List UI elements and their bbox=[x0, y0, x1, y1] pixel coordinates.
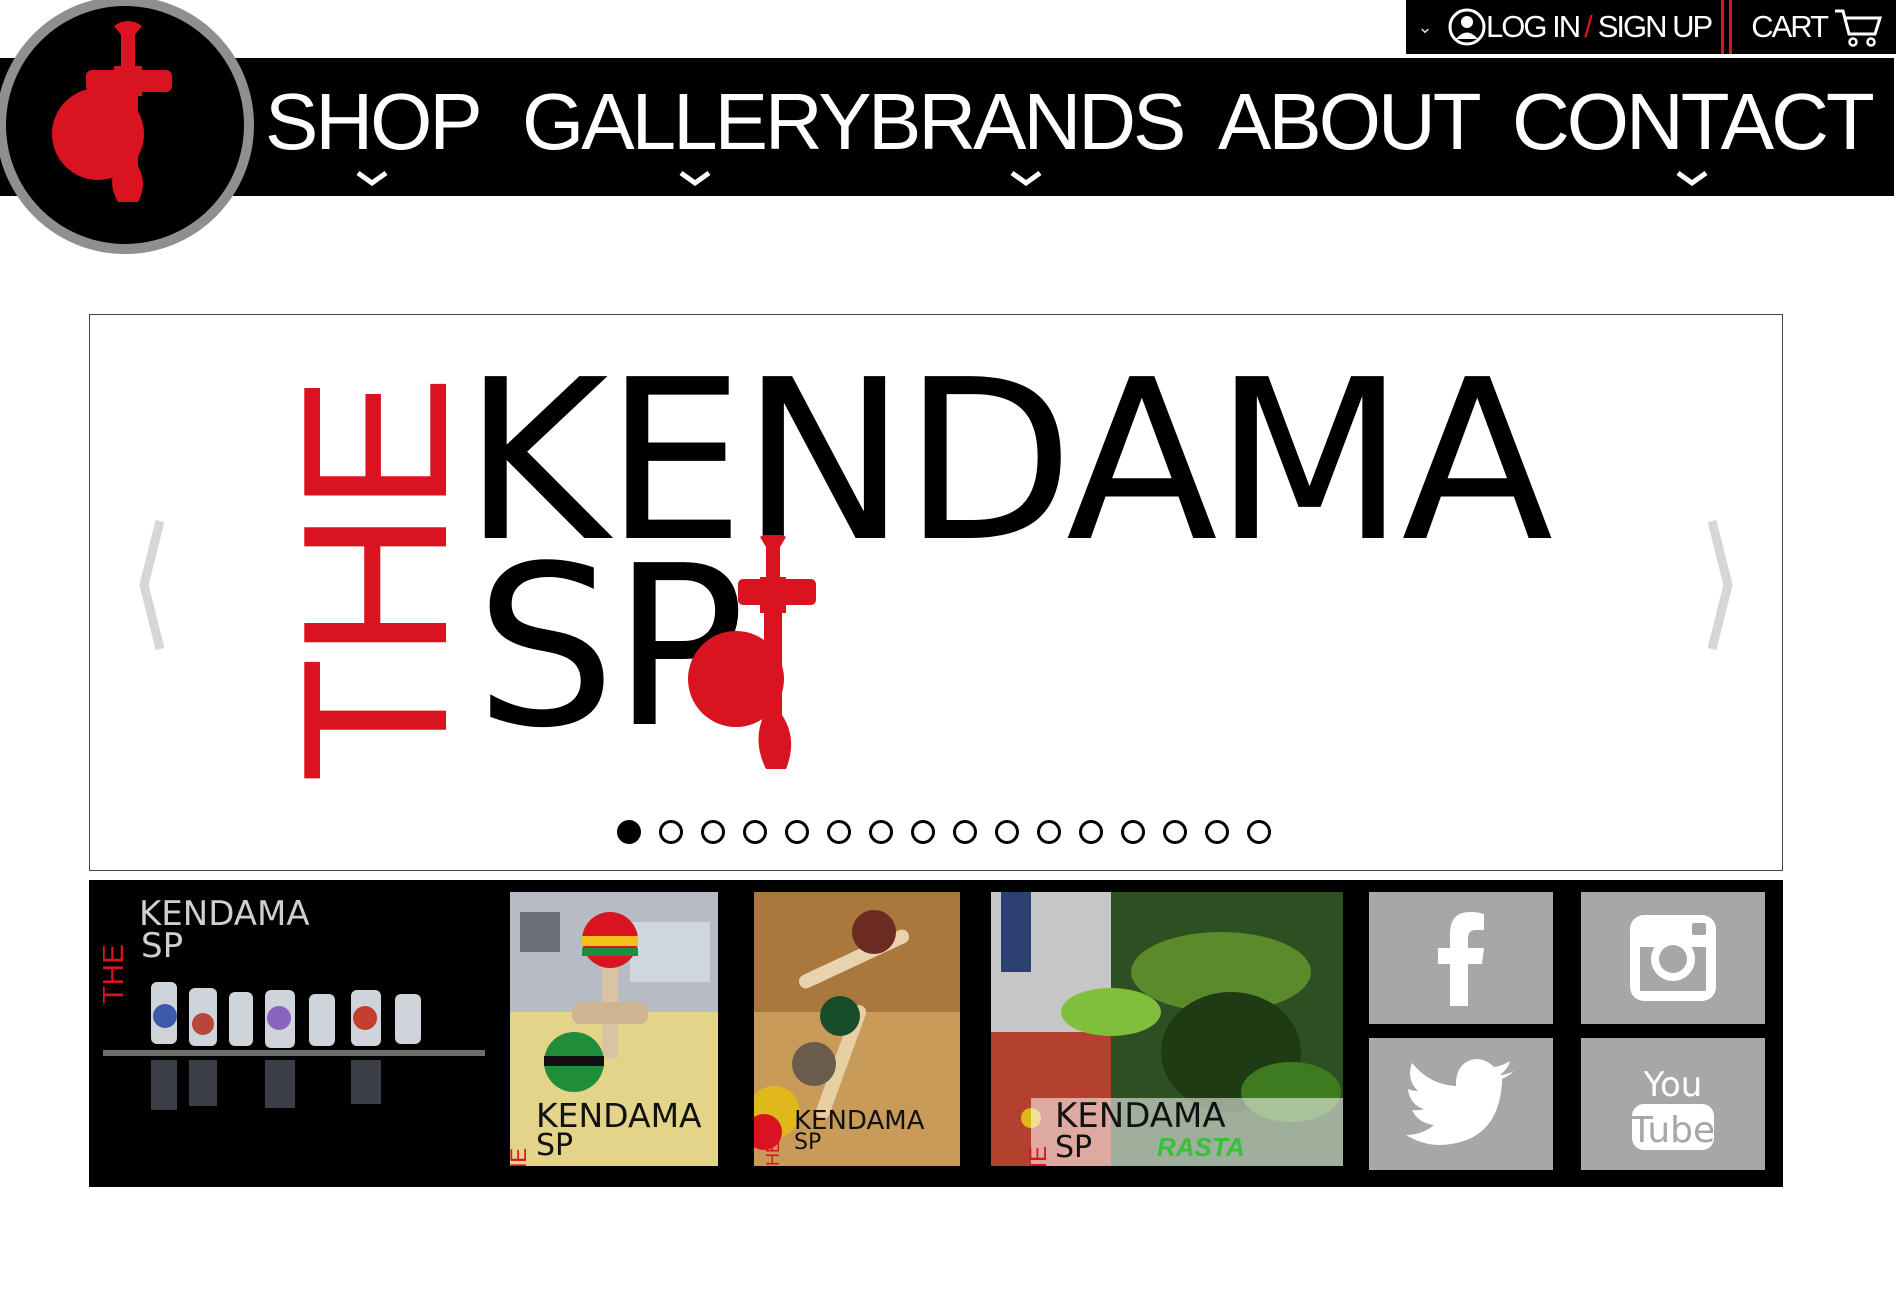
chevron-right-icon bbox=[1707, 519, 1733, 651]
thumb-caption: THE KENDAMA SP bbox=[754, 1106, 960, 1166]
chevron-down-icon bbox=[679, 170, 711, 186]
nav-about-label: ABOUT bbox=[1218, 77, 1482, 166]
caption-the: THE bbox=[510, 1148, 532, 1166]
slider-dot[interactable] bbox=[617, 820, 641, 844]
youtube-icon: You Tube bbox=[1630, 1065, 1715, 1151]
caption-spot: SP bbox=[536, 1128, 574, 1163]
slider-dot[interactable] bbox=[659, 820, 683, 844]
thumb-caption: THE KENDAMA SP bbox=[103, 890, 329, 1004]
slider-dot[interactable] bbox=[1079, 820, 1103, 844]
divider bbox=[1721, 0, 1735, 54]
gallery-thumb-3[interactable]: THE KENDAMA SP bbox=[754, 892, 960, 1166]
hero-slider: THE KENDAMA SP bbox=[89, 314, 1783, 871]
kendama-logo-icon bbox=[52, 21, 172, 202]
slider-dot[interactable] bbox=[1205, 820, 1229, 844]
chevron-down-icon bbox=[1010, 170, 1042, 186]
site-logo[interactable] bbox=[0, 0, 254, 254]
caption-the: THE bbox=[763, 1141, 783, 1166]
thumb-caption: THE KENDAMA SP bbox=[510, 1096, 718, 1166]
caption-spot: SP bbox=[1055, 1130, 1093, 1165]
nav-shop-label: SHOP bbox=[265, 77, 483, 166]
login-link[interactable]: LOG IN bbox=[1486, 9, 1581, 45]
thumb-caption: THE KENDAMA SP RASTA bbox=[1025, 1096, 1331, 1166]
kendama-icon bbox=[688, 535, 816, 769]
slider-dots bbox=[617, 820, 1289, 844]
gallery-thumb-2[interactable]: THE KENDAMA SP bbox=[510, 892, 718, 1166]
nav-contact-label: CONTACT bbox=[1512, 77, 1875, 166]
gallery-thumb-4[interactable]: THE KENDAMA SP RASTA bbox=[991, 892, 1343, 1166]
main-nav: SHOP GALLERY BRANDS ABOUT CONTACT bbox=[0, 58, 1894, 196]
nav-contact[interactable]: CONTACT bbox=[1512, 58, 1875, 196]
chevron-down-icon bbox=[356, 170, 388, 186]
gallery-strip: THE KENDAMA SP THE KENDAMA SP bbox=[89, 880, 1783, 1187]
caption-tag: RASTA bbox=[1157, 1132, 1245, 1162]
nav-gallery-label: GALLERY bbox=[522, 77, 872, 166]
signup-link[interactable]: SIGN UP bbox=[1598, 9, 1713, 45]
slider-next-button[interactable] bbox=[1702, 515, 1742, 655]
nav-brands-label: BRANDS bbox=[868, 77, 1186, 166]
chevron-down-icon[interactable]: ⌄ bbox=[1414, 17, 1436, 38]
slider-dot[interactable] bbox=[1247, 820, 1271, 844]
twitter-icon bbox=[1406, 1059, 1514, 1145]
instagram-icon bbox=[1630, 915, 1716, 1001]
slider-dot[interactable] bbox=[995, 820, 1019, 844]
slider-dot[interactable] bbox=[1121, 820, 1145, 844]
account-separator: / bbox=[1584, 9, 1593, 44]
nav-brands[interactable]: BRANDS bbox=[868, 58, 1186, 196]
cart-icon[interactable] bbox=[1833, 6, 1883, 48]
caption-spot: SP bbox=[794, 1130, 822, 1155]
caption-the: THE bbox=[103, 944, 130, 1004]
slider-dot[interactable] bbox=[953, 820, 977, 844]
slider-dot[interactable] bbox=[1037, 820, 1061, 844]
slider-prev-button[interactable] bbox=[130, 515, 170, 655]
slider-dot[interactable] bbox=[701, 820, 725, 844]
chevron-left-icon bbox=[139, 519, 165, 651]
slider-dot[interactable] bbox=[911, 820, 935, 844]
facebook-button[interactable] bbox=[1369, 892, 1553, 1024]
caption-spot: SP bbox=[141, 926, 184, 966]
nav-shop[interactable]: SHOP bbox=[265, 58, 483, 196]
slider-dot[interactable] bbox=[785, 820, 809, 844]
slider-dot[interactable] bbox=[1163, 820, 1187, 844]
hero-brand-the-text: THE bbox=[260, 377, 490, 783]
facebook-icon bbox=[1438, 912, 1484, 1006]
slider-dot[interactable] bbox=[743, 820, 767, 844]
nav-about[interactable]: ABOUT bbox=[1218, 58, 1482, 196]
slider-dot[interactable] bbox=[869, 820, 893, 844]
nav-gallery[interactable]: GALLERY bbox=[522, 58, 872, 196]
instagram-button[interactable] bbox=[1581, 892, 1765, 1024]
gallery-thumb-1[interactable]: THE KENDAMA SP bbox=[103, 890, 485, 1166]
user-icon bbox=[1448, 8, 1486, 46]
svg-text:You: You bbox=[1643, 1065, 1703, 1105]
twitter-button[interactable] bbox=[1369, 1038, 1553, 1170]
svg-text:Tube: Tube bbox=[1630, 1110, 1715, 1151]
youtube-button[interactable]: You Tube bbox=[1581, 1038, 1765, 1170]
cart-link[interactable]: CART bbox=[1751, 9, 1829, 45]
account-bar: ⌄ LOG IN / SIGN UP CART bbox=[1406, 0, 1896, 54]
caption-the: THE bbox=[1025, 1146, 1053, 1166]
chevron-down-icon bbox=[1676, 170, 1708, 186]
slider-dot[interactable] bbox=[827, 820, 851, 844]
